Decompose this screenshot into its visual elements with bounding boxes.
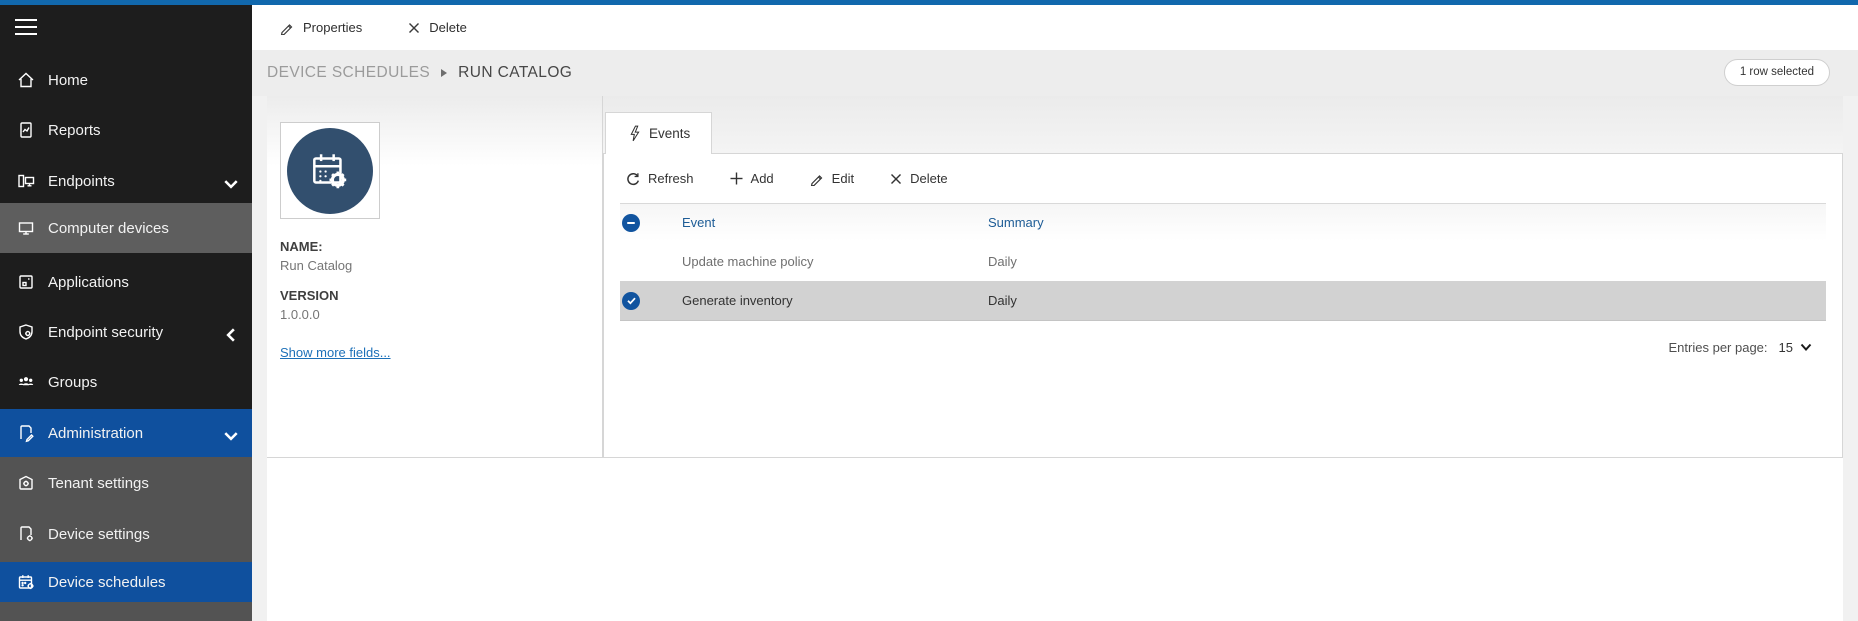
endpoint-security-icon: [16, 322, 36, 342]
home-icon: [16, 70, 36, 90]
content-gutter-left: [252, 96, 267, 621]
column-header-event[interactable]: Event: [666, 215, 972, 230]
chevron-left-icon: [221, 325, 241, 345]
check-icon: [626, 295, 637, 306]
delete-event-label: Delete: [910, 171, 948, 186]
minus-icon: [626, 218, 636, 228]
record-toolbar: Properties Delete: [252, 5, 1858, 50]
entries-per-page-label: Entries per page:: [1669, 340, 1768, 355]
entries-per-page-dropdown[interactable]: [1800, 343, 1812, 352]
row-checkbox-checked[interactable]: [622, 292, 640, 310]
edit-label: Edit: [832, 171, 854, 186]
breadcrumb: DEVICE SCHEDULES RUN CATALOG 1 row selec…: [252, 50, 1858, 96]
sidebar-item-endpoints[interactable]: Endpoints: [0, 157, 252, 205]
properties-button[interactable]: Properties: [280, 20, 362, 35]
sidebar-item-reports[interactable]: Reports: [0, 106, 252, 154]
select-all-checkbox[interactable]: [622, 214, 640, 232]
sidebar-item-label: Device settings: [48, 526, 150, 543]
version-value: 1.0.0.0: [280, 307, 602, 322]
hamburger-menu-icon[interactable]: [15, 19, 37, 35]
sidebar-item-home[interactable]: Home: [0, 56, 252, 104]
pencil-icon: [280, 21, 294, 35]
device-settings-icon: [16, 524, 36, 544]
calendar-gear-icon: [307, 148, 353, 194]
events-table: Event Summary Update machine policy Dail…: [620, 203, 1826, 321]
column-header-summary[interactable]: Summary: [972, 215, 1826, 230]
sidebar-item-label: Administration: [48, 425, 143, 442]
show-more-fields-link[interactable]: Show more fields...: [280, 345, 391, 360]
sidebar-item-administration[interactable]: Administration: [0, 409, 252, 457]
content-gutter-right: [1843, 96, 1858, 621]
plus-icon: [730, 172, 743, 185]
groups-icon: [16, 372, 36, 392]
delete-event-button[interactable]: Delete: [890, 171, 948, 186]
pencil-icon: [810, 172, 824, 186]
summary-cell: Daily: [972, 293, 1826, 308]
top-accent-strip: [0, 0, 1858, 5]
sidebar-item-device-schedules[interactable]: Device schedules: [0, 562, 252, 602]
events-toolbar: Refresh Add Edit Delete: [604, 154, 1842, 203]
sidebar-item-tenant-settings[interactable]: Tenant settings: [0, 459, 252, 507]
version-label: VERSION: [280, 288, 602, 303]
events-panel: Refresh Add Edit Delete: [603, 153, 1843, 458]
sidebar-item-endpoint-security[interactable]: Endpoint security: [0, 308, 252, 356]
edit-button[interactable]: Edit: [810, 171, 854, 186]
selection-badge: 1 row selected: [1724, 59, 1830, 86]
sidebar-item-label: Tenant settings: [48, 475, 149, 492]
table-row[interactable]: Update machine policy Daily: [620, 241, 1826, 281]
table-row-selected[interactable]: Generate inventory Daily: [620, 281, 1826, 321]
sidebar-item-computer-devices[interactable]: Computer devices: [0, 203, 252, 253]
delete-button[interactable]: Delete: [408, 20, 467, 35]
device-schedules-icon: [16, 572, 36, 592]
sidebar-item-device-settings[interactable]: Device settings: [0, 510, 252, 558]
computer-devices-icon: [16, 218, 36, 238]
details-card: NAME: Run Catalog VERSION 1.0.0.0 Show m…: [267, 96, 603, 458]
sidebar-item-label: Endpoints: [48, 173, 115, 190]
refresh-label: Refresh: [648, 171, 694, 186]
sidebar-item-label: Applications: [48, 274, 129, 291]
sidebar-item-groups[interactable]: Groups: [0, 358, 252, 406]
x-icon: [408, 22, 420, 34]
lightning-icon: [629, 125, 640, 142]
table-header-row: Event Summary: [620, 203, 1826, 241]
add-label: Add: [751, 171, 774, 186]
tab-events[interactable]: Events: [605, 112, 712, 154]
app-window: Home Reports Endpoints Computer devices …: [0, 0, 1858, 621]
chevron-down-icon: [221, 174, 241, 194]
breadcrumb-arrow-icon: [441, 69, 447, 77]
tab-events-label: Events: [649, 126, 690, 141]
sidebar-item-label: Reports: [48, 122, 101, 139]
sidebar-item-label: Home: [48, 72, 88, 89]
applications-icon: [16, 272, 36, 292]
tab-strip-background: [603, 96, 1843, 153]
breadcrumb-parent[interactable]: DEVICE SCHEDULES: [267, 64, 430, 82]
sidebar-item-label: Computer devices: [48, 220, 169, 237]
name-value: Run Catalog: [280, 258, 602, 273]
pagination: Entries per page: 15: [1669, 340, 1812, 355]
schedule-thumbnail: [280, 122, 380, 219]
sidebar-item-label: Endpoint security: [48, 324, 163, 341]
sidebar-item-applications[interactable]: Applications: [0, 258, 252, 306]
breadcrumb-current: RUN CATALOG: [458, 64, 572, 82]
add-button[interactable]: Add: [730, 171, 774, 186]
entries-per-page-value[interactable]: 15: [1779, 340, 1793, 355]
chevron-down-icon: [1800, 343, 1812, 352]
reports-icon: [16, 120, 36, 140]
delete-label: Delete: [429, 20, 467, 35]
x-icon: [890, 173, 902, 185]
tenant-settings-icon: [16, 473, 36, 493]
event-cell: Update machine policy: [666, 254, 972, 269]
name-label: NAME:: [280, 239, 602, 254]
refresh-icon: [626, 172, 640, 186]
event-cell: Generate inventory: [666, 293, 972, 308]
endpoints-icon: [16, 171, 36, 191]
summary-cell: Daily: [972, 254, 1826, 269]
sidebar-item-label: Groups: [48, 374, 97, 391]
sidebar-item-label: Device schedules: [48, 574, 166, 591]
administration-icon: [16, 423, 36, 443]
properties-label: Properties: [303, 20, 362, 35]
sidebar: Home Reports Endpoints Computer devices …: [0, 0, 252, 621]
refresh-button[interactable]: Refresh: [626, 171, 694, 186]
chevron-down-icon: [221, 426, 241, 446]
